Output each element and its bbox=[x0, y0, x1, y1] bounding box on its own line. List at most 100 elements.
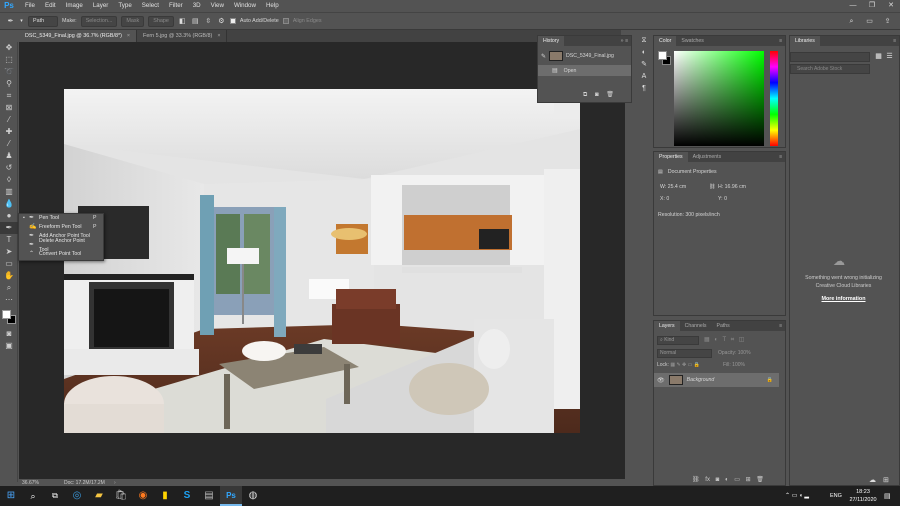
eyedropper-tool-icon[interactable]: ⁄ bbox=[0, 114, 18, 126]
path-arrangement-icon[interactable]: ⇳ bbox=[204, 17, 213, 26]
opacity-value[interactable]: 100% bbox=[738, 350, 751, 356]
layer-row-background[interactable]: 👁 Background 🔒 bbox=[654, 373, 779, 387]
dodge-tool-icon[interactable]: ● bbox=[0, 210, 18, 222]
path-operations-icon[interactable]: ◧ bbox=[178, 17, 187, 26]
chevron-down-icon[interactable]: ▾ bbox=[19, 17, 24, 26]
quick-select-tool-icon[interactable]: ⚲ bbox=[0, 78, 18, 90]
cloud-sync-icon[interactable]: ☁ bbox=[869, 476, 876, 484]
close-window-button[interactable]: ✕ bbox=[883, 0, 899, 12]
panel-menu-icon[interactable]: ≡ bbox=[893, 36, 899, 46]
rectangle-tool-icon[interactable]: ▭ bbox=[0, 258, 18, 270]
flyout-freeform-pen-tool[interactable]: ✍ Freeform Pen Tool P bbox=[19, 223, 103, 232]
frame-tool-icon[interactable]: ⊠ bbox=[0, 102, 18, 114]
layer-filter-select[interactable]: ⌕ Kind bbox=[657, 336, 699, 345]
grid-view-icon[interactable]: ▦ bbox=[874, 52, 883, 61]
add-mask-icon[interactable]: ◙ bbox=[716, 477, 720, 483]
lock-icons[interactable]: ▦ ✎ ✥ ▭ 🔒 bbox=[670, 362, 700, 368]
panel-menu-icon[interactable]: ≡ bbox=[779, 152, 785, 162]
sticky-notes-icon[interactable]: ▮ bbox=[154, 486, 176, 506]
tab-fern5[interactable]: Fern 5.jpg @ 33.3% (RGB/8) × bbox=[137, 30, 228, 42]
tab-history[interactable]: History bbox=[538, 36, 565, 46]
pen-tool-icon[interactable]: ✒ bbox=[0, 222, 18, 234]
opacity-field[interactable]: Opacity: 100% bbox=[718, 350, 751, 356]
type-tool-icon[interactable]: T bbox=[0, 234, 18, 246]
lock-icon[interactable]: 🔒 bbox=[767, 377, 773, 383]
task-view-icon[interactable]: ⧉ bbox=[44, 486, 66, 506]
windows-start-icon[interactable]: ⊞ bbox=[0, 486, 22, 506]
lasso-tool-icon[interactable]: ➰ bbox=[0, 66, 18, 78]
layer-name[interactable]: Background bbox=[687, 377, 763, 383]
tab-color[interactable]: Color bbox=[654, 36, 677, 46]
paragraph-icon[interactable]: ¶ bbox=[636, 83, 652, 95]
add-library-icon[interactable]: ⊞ bbox=[883, 476, 889, 484]
camera-icon[interactable]: ◙ bbox=[595, 92, 599, 98]
gear-icon[interactable]: ⚙ bbox=[217, 17, 226, 26]
panel-menu-icon[interactable]: ≡ bbox=[779, 321, 785, 331]
gradient-tool-icon[interactable]: ▥ bbox=[0, 186, 18, 198]
clock-date[interactable]: 27/11/2020 bbox=[845, 497, 881, 503]
menu-3d[interactable]: 3D bbox=[188, 0, 206, 12]
flyout-pen-tool[interactable]: ▪ ✒ Pen Tool P bbox=[19, 214, 103, 223]
restore-button[interactable]: ❐ bbox=[864, 0, 880, 12]
x-value[interactable]: 0 bbox=[666, 196, 669, 202]
blur-tool-icon[interactable]: 💧 bbox=[0, 198, 18, 210]
search-icon[interactable]: ⌕ bbox=[847, 17, 856, 26]
make-shape-button[interactable]: Shape bbox=[148, 15, 174, 27]
quick-mask-icon[interactable]: ◙ bbox=[0, 328, 18, 340]
tab-dsc5349[interactable]: DSC_5349_Final.jpg @ 36.7% (RGB/8*) × bbox=[19, 30, 138, 42]
library-dropdown[interactable] bbox=[790, 52, 870, 62]
more-tools-icon[interactable]: ⋯ bbox=[0, 294, 18, 306]
align-edges-checkbox[interactable] bbox=[282, 18, 289, 24]
eye-icon[interactable]: 👁 bbox=[657, 377, 665, 384]
color-swatches[interactable] bbox=[0, 306, 17, 328]
pen-tool-preset-icon[interactable]: ✒ bbox=[6, 17, 15, 26]
tray-icons[interactable]: ⌃ ▭ ◖ ▂ bbox=[785, 492, 809, 499]
menu-filter[interactable]: Filter bbox=[164, 0, 188, 12]
character-icon[interactable]: A bbox=[636, 71, 652, 83]
tab-layers[interactable]: Layers bbox=[654, 321, 680, 331]
new-layer-icon[interactable]: ⊞ bbox=[746, 477, 751, 483]
x-field[interactable]: X: 0 bbox=[660, 196, 669, 202]
settings-app-icon[interactable]: ▤ bbox=[198, 486, 220, 506]
fx-icon[interactable]: fx bbox=[705, 477, 710, 483]
width-field[interactable]: W: 25.4 cm bbox=[660, 184, 686, 190]
adjustment-layer-icon[interactable]: ◐ bbox=[725, 477, 729, 483]
zoom-tool-icon[interactable]: ⌕ bbox=[0, 282, 18, 294]
tab-adjustments[interactable]: Adjustments bbox=[688, 152, 727, 162]
file-explorer-icon[interactable]: ▰ bbox=[88, 486, 110, 506]
brush-settings-icon[interactable]: ✎ bbox=[636, 59, 652, 71]
path-alignment-icon[interactable]: ▤ bbox=[191, 17, 200, 26]
workspace-icon[interactable]: ▭ bbox=[865, 17, 874, 26]
flyout-convert-point-tool[interactable]: ⌃ Convert Point Tool bbox=[19, 250, 103, 259]
tab-channels[interactable]: Channels bbox=[680, 321, 712, 331]
new-document-from-state-icon[interactable]: ⧉ bbox=[583, 92, 587, 98]
firefox-icon[interactable]: ◉ bbox=[132, 486, 154, 506]
share-icon[interactable]: ⇪ bbox=[883, 17, 892, 26]
foreground-color-chip[interactable] bbox=[658, 51, 667, 60]
brush-tool-icon[interactable]: ⁄ bbox=[0, 138, 18, 150]
hue-slider[interactable] bbox=[770, 51, 778, 146]
photoshop-taskbar-icon[interactable]: Ps bbox=[220, 486, 242, 506]
library-search-input[interactable]: Search Adobe Stock bbox=[790, 64, 870, 74]
history-icon[interactable]: ⧖ bbox=[636, 35, 652, 47]
auto-add-delete-checkbox[interactable] bbox=[229, 18, 236, 24]
tool-mode-select[interactable]: Path bbox=[28, 15, 58, 27]
menu-image[interactable]: Image bbox=[61, 0, 88, 12]
w-value[interactable]: 25.4 cm bbox=[668, 184, 686, 190]
move-tool-icon[interactable]: ✥ bbox=[0, 42, 18, 54]
edge-icon[interactable]: ◎ bbox=[66, 486, 88, 506]
tab-libraries[interactable]: Libraries bbox=[790, 36, 820, 46]
folder-icon[interactable]: ▭ bbox=[734, 477, 740, 483]
tab-properties[interactable]: Properties bbox=[654, 152, 688, 162]
history-snapshot[interactable]: ✎ DSC_5349_Final.jpg bbox=[538, 49, 631, 63]
crop-tool-icon[interactable]: ⌗ bbox=[0, 90, 18, 102]
menu-help[interactable]: Help bbox=[261, 0, 284, 12]
trash-icon[interactable]: 🗑 bbox=[606, 92, 614, 98]
tab-paths[interactable]: Paths bbox=[712, 321, 735, 331]
healing-brush-tool-icon[interactable]: ✚ bbox=[0, 126, 18, 138]
document-image[interactable] bbox=[64, 89, 580, 433]
menu-layer[interactable]: Layer bbox=[88, 0, 113, 12]
history-brush-icon[interactable]: ✎ bbox=[541, 53, 546, 60]
foreground-color-swatch[interactable] bbox=[2, 310, 11, 319]
marquee-tool-icon[interactable]: ⬚ bbox=[0, 54, 18, 66]
